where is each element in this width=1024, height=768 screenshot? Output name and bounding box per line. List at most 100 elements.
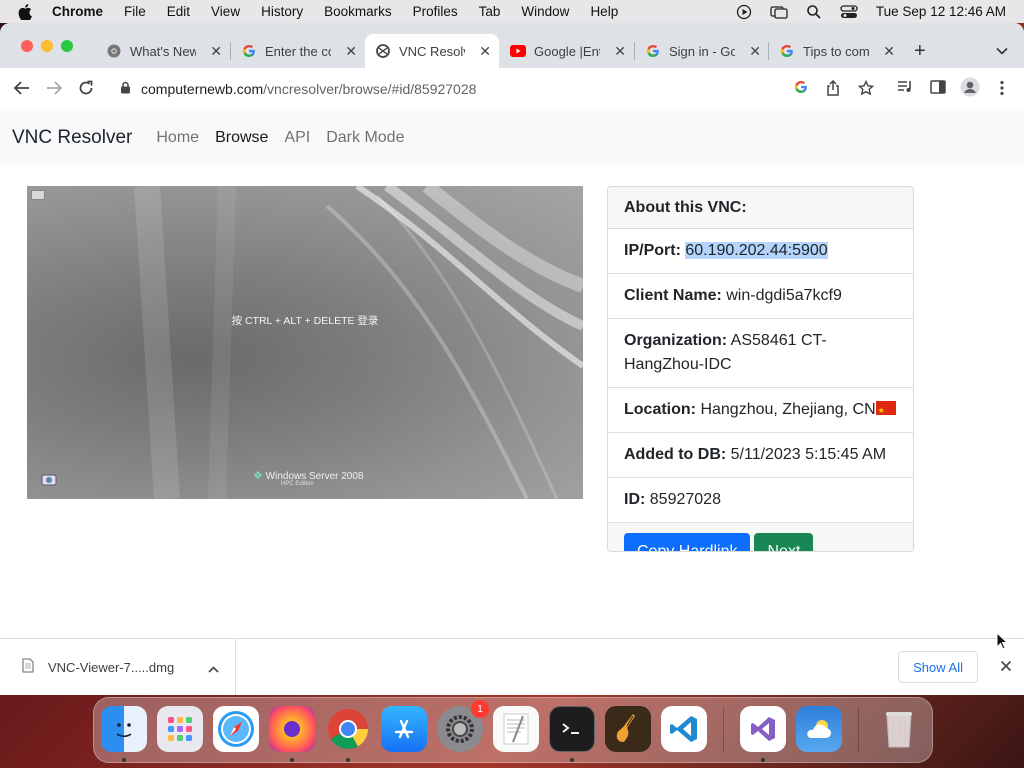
- safari-icon[interactable]: [213, 706, 259, 752]
- forward-arrow-icon[interactable]: [45, 80, 63, 101]
- site-brand[interactable]: VNC Resolver: [12, 127, 132, 149]
- vnc-info-card: About this VNC: IP/Port: 60.190.202.44:5…: [607, 186, 914, 552]
- tab-tips[interactable]: Tips to comp ✕: [769, 34, 903, 68]
- tab-close-icon[interactable]: ✕: [210, 43, 222, 60]
- windows-flag-icon: ❖: [253, 470, 263, 482]
- app-store-icon[interactable]: [381, 706, 427, 752]
- menu-profiles[interactable]: Profiles: [413, 4, 458, 19]
- tab-vnc-resolver[interactable]: VNC Resolve ✕: [365, 34, 499, 68]
- google-icon: [645, 43, 661, 59]
- menu-window[interactable]: Window: [521, 4, 569, 19]
- download-item[interactable]: VNC-Viewer-7.....dmg: [22, 638, 236, 695]
- menubar-clock[interactable]: Tue Sep 12 12:46 AM: [876, 4, 1006, 19]
- tab-enter-the-code[interactable]: Enter the co ✕: [231, 34, 365, 68]
- card-footer: Copy Hardlink Next: [608, 523, 913, 551]
- tab-close-icon[interactable]: ✕: [614, 43, 626, 60]
- play-icon[interactable]: [736, 4, 752, 20]
- ip-port-label: IP/Port:: [624, 242, 681, 259]
- reload-icon[interactable]: [78, 80, 94, 101]
- nav-home[interactable]: Home: [156, 129, 199, 147]
- trash-icon[interactable]: [876, 706, 922, 752]
- nav-api[interactable]: API: [284, 129, 310, 147]
- tab-whats-new[interactable]: What's New ✕: [96, 34, 230, 68]
- location-row: Location: Hangzhou, Zhejiang, CN: [608, 388, 913, 433]
- menu-bookmarks[interactable]: Bookmarks: [324, 4, 392, 19]
- spotlight-search-icon[interactable]: [806, 4, 822, 20]
- garageband-icon[interactable]: [605, 706, 651, 752]
- chrome-dock-icon[interactable]: [325, 706, 371, 752]
- menu-history[interactable]: History: [261, 4, 303, 19]
- download-shelf: VNC-Viewer-7.....dmg Show All: [0, 638, 1024, 695]
- card-header: About this VNC:: [608, 187, 913, 229]
- menu-help[interactable]: Help: [590, 4, 618, 19]
- tab-close-icon[interactable]: ✕: [479, 43, 491, 60]
- tab-close-icon[interactable]: ✕: [345, 43, 357, 60]
- weather-icon[interactable]: [796, 706, 842, 752]
- ip-port-value[interactable]: 60.190.202.44:5900: [685, 242, 828, 259]
- copy-hardlink-button[interactable]: Copy Hardlink: [624, 533, 751, 551]
- textedit-icon[interactable]: [493, 706, 539, 752]
- tab-title: VNC Resolve: [399, 43, 465, 59]
- browser-toolbar: computernewb.com/vncresolver/browse/#id/…: [0, 68, 1024, 110]
- menu-file[interactable]: File: [124, 4, 146, 19]
- close-icon[interactable]: [1000, 659, 1012, 677]
- menu-app-name[interactable]: Chrome: [52, 4, 103, 19]
- profile-avatar-icon[interactable]: [960, 77, 980, 102]
- windows-edition-text: HPC Edition: [281, 481, 314, 487]
- tab-search-chevron-icon[interactable]: [996, 42, 1008, 60]
- new-tab-plus-icon[interactable]: +: [914, 40, 926, 63]
- tab-close-icon[interactable]: ✕: [883, 43, 895, 60]
- client-name-label: Client Name:: [624, 287, 722, 304]
- lock-icon[interactable]: [120, 81, 131, 97]
- tab-title: What's New: [130, 43, 196, 59]
- screen-mirroring-icon[interactable]: [770, 4, 788, 20]
- chevron-up-icon[interactable]: [208, 661, 219, 676]
- apple-menu-icon[interactable]: [18, 3, 36, 21]
- firefox-icon[interactable]: [269, 706, 315, 752]
- minimize-window-button[interactable]: [41, 40, 53, 52]
- control-center-icon[interactable]: [840, 4, 858, 20]
- id-value: 85927028: [649, 491, 721, 508]
- terminal-icon[interactable]: [549, 706, 595, 752]
- google-lens-icon[interactable]: [794, 80, 808, 99]
- show-all-button[interactable]: Show All: [898, 651, 978, 683]
- visual-studio-icon[interactable]: [740, 706, 786, 752]
- dock-separator: [858, 708, 859, 752]
- tab-close-icon[interactable]: ✕: [749, 43, 761, 60]
- vnc-resolver-icon: [375, 43, 391, 59]
- media-control-icon[interactable]: [897, 80, 913, 99]
- added-to-db-row: Added to DB: 5/11/2023 5:15:45 AM: [608, 433, 913, 478]
- menu-edit[interactable]: Edit: [167, 4, 190, 19]
- bookmark-star-icon[interactable]: [857, 79, 875, 101]
- dock-separator: [723, 708, 724, 752]
- running-indicator: [122, 758, 126, 762]
- google-icon: [241, 43, 257, 59]
- address-bar[interactable]: computernewb.com/vncresolver/browse/#id/…: [110, 73, 890, 105]
- system-preferences-icon[interactable]: 1: [437, 700, 489, 752]
- macos-dock: 1: [93, 697, 933, 763]
- finder-icon[interactable]: [101, 706, 147, 752]
- back-arrow-icon[interactable]: [13, 80, 31, 101]
- nav-dark-mode[interactable]: Dark Mode: [326, 129, 404, 147]
- vscode-icon[interactable]: [661, 706, 707, 752]
- tab-youtube[interactable]: Google |Ente ✕: [500, 34, 634, 68]
- share-icon[interactable]: [826, 79, 840, 101]
- accessibility-icon: [41, 473, 57, 492]
- kebab-menu-icon[interactable]: [1000, 80, 1004, 101]
- url-path: /vncresolver/browse/#id/85927028: [263, 81, 477, 97]
- close-window-button[interactable]: [21, 40, 33, 52]
- id-label: ID:: [624, 491, 646, 508]
- china-flag-icon: [875, 399, 896, 423]
- nav-browse[interactable]: Browse: [215, 129, 268, 147]
- launchpad-icon[interactable]: [157, 706, 203, 752]
- side-panel-icon[interactable]: [930, 80, 946, 99]
- zoom-window-button[interactable]: [61, 40, 73, 52]
- running-indicator: [570, 758, 574, 762]
- menu-tab[interactable]: Tab: [479, 4, 501, 19]
- next-button[interactable]: Next: [754, 533, 814, 551]
- site-navbar: VNC Resolver Home Browse API Dark Mode: [0, 111, 1024, 165]
- tab-sign-in[interactable]: Sign in - Go ✕: [635, 34, 769, 68]
- location-value: Hangzhou, Zhejiang, CN: [700, 401, 876, 418]
- menu-view[interactable]: View: [211, 4, 240, 19]
- tab-title: Tips to comp: [803, 43, 869, 59]
